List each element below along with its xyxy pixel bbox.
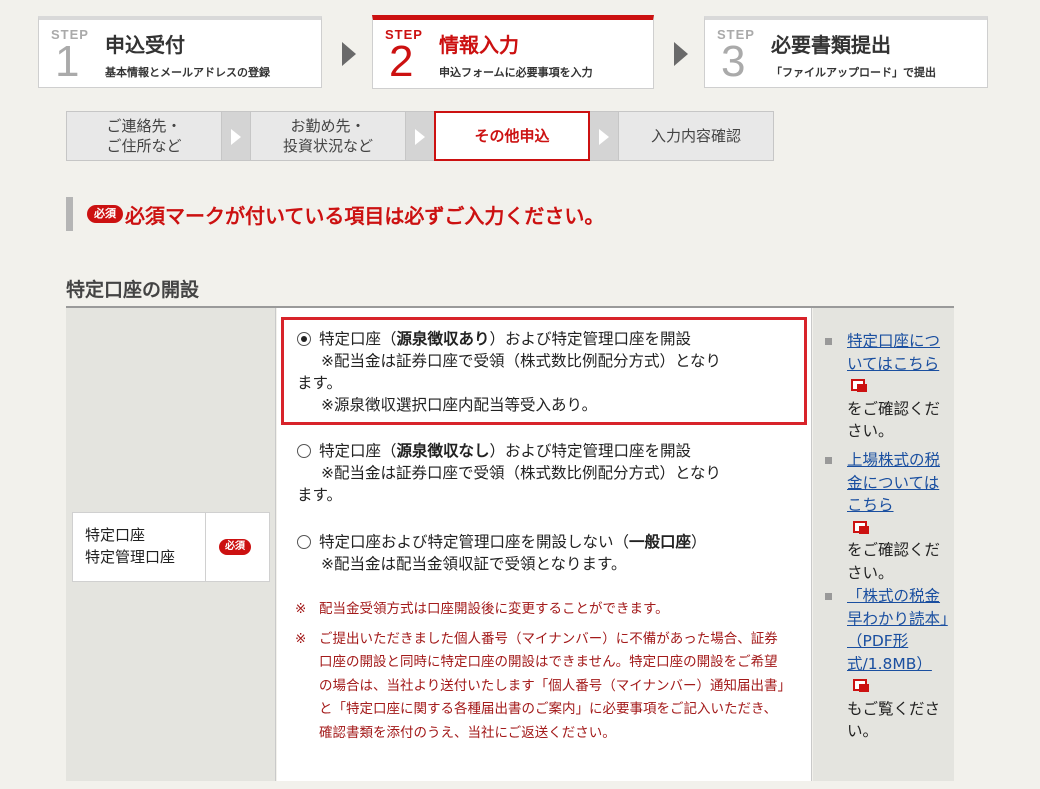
option-general-account[interactable]: 特定口座および特定管理口座を開設しない（一般口座） ※配当金は配当金領収証で受領…	[297, 531, 797, 575]
bullet-square-icon	[825, 338, 832, 345]
help-item: 「株式の税金早わかり読本」（PDF形式/1.8MB） もご覧ください。	[825, 585, 949, 743]
new-window-icon[interactable]	[853, 520, 871, 535]
step-1-number: 1	[55, 37, 80, 86]
options-column: 特定口座（源泉徴収あり）および特定管理口座を開設 ※配当金は証券口座で受領（株式…	[277, 308, 812, 781]
help-text: をご確認ください。	[847, 541, 941, 582]
required-notice-text: 必須マークが付いている項目は必ずご入力ください。	[125, 203, 605, 228]
option-note-cont: ます。	[297, 486, 342, 504]
step-1: STEP 1 申込受付 基本情報とメールアドレスの登録	[38, 16, 322, 88]
step-2-current: STEP 2 情報入力 申込フォームに必要事項を入力	[372, 15, 654, 89]
field-label-line2: 特定管理口座	[85, 548, 176, 566]
account-form-table: 特定口座 特定管理口座 必須 特定口座（源泉徴収あり）および特定管理口座を開設 …	[66, 306, 954, 781]
bullet-square-icon	[825, 593, 832, 600]
notice-bar	[66, 197, 73, 231]
radio-button-selected[interactable]	[297, 332, 311, 346]
note-item: ※ 配当金受領方式は口座開設後に変更することができます。	[295, 598, 790, 622]
help-item: 上場株式の税金についてはこちら をご確認ください。	[825, 449, 949, 584]
link-stock-tax-guide-pdf[interactable]: 「株式の税金早わかり読本」（PDF形式/1.8MB）	[847, 587, 948, 673]
tab-label: 入力内容確認	[650, 127, 741, 145]
option-note-cont: ます。	[297, 374, 342, 392]
required-notice: 必須 必須マークが付いている項目は必ずご入力ください。	[66, 197, 604, 231]
help-links-column: 特定口座についてはこちら をご確認ください。 上場株式の税金についてはこちら を…	[813, 308, 954, 781]
tab-label: その他申込	[474, 127, 550, 145]
help-item: 特定口座についてはこちら をご確認ください。	[825, 330, 949, 443]
tab-confirm-input[interactable]: 入力内容確認	[618, 111, 774, 161]
option-withholding-yes[interactable]: 特定口座（源泉徴収あり）および特定管理口座を開設 ※配当金は証券口座で受領（株式…	[297, 328, 797, 416]
field-label: 特定口座 特定管理口座	[85, 524, 175, 568]
step-arrow-icon	[342, 42, 356, 66]
step-1-title: 申込受付	[105, 33, 185, 57]
bullet-square-icon	[825, 457, 832, 464]
field-label-box: 特定口座 特定管理口座 必須	[72, 512, 270, 582]
option-text: 特定口座（源泉徴収なし）および特定管理口座を開設	[319, 442, 692, 460]
tab-arrow-icon	[222, 111, 250, 161]
tab-label: ご連絡先・ ご住所など	[106, 117, 182, 155]
step-3-number: 3	[721, 37, 746, 86]
new-window-icon[interactable]	[853, 679, 871, 693]
option-note: ※配当金は証券口座で受領（株式数比例配分方式）となり	[321, 352, 722, 370]
section-title: 特定口座の開設	[66, 279, 200, 301]
step-arrow-icon	[674, 42, 688, 66]
step-1-subtitle: 基本情報とメールアドレスの登録	[105, 66, 270, 79]
help-text: をご確認ください。	[847, 399, 941, 441]
note-mark: ※	[295, 630, 307, 647]
step-2-title: 情報入力	[439, 33, 519, 57]
radio-button[interactable]	[297, 535, 311, 549]
note-text: ご提出いただきました個人番号（マイナンバー）に不備があった場合、証券口座の開設と…	[319, 630, 785, 741]
option-text: 特定口座（源泉徴収あり）および特定管理口座を開設	[319, 330, 692, 348]
new-window-icon[interactable]	[851, 379, 869, 393]
tab-other-applications-active[interactable]: その他申込	[434, 111, 590, 161]
sub-step-tabs: ご連絡先・ ご住所など お勤め先・ 投資状況など その他申込 入力内容確認	[66, 111, 774, 161]
option-text: 特定口座および特定管理口座を開設しない（一般口座）	[319, 533, 707, 551]
required-badge: 必須	[219, 539, 251, 555]
link-tokutei-account-info[interactable]: 特定口座についてはこちら	[847, 332, 940, 373]
step-2-number: 2	[389, 37, 414, 86]
step-3: STEP 3 必要書類提出 「ファイルアップロード」で提出	[704, 16, 988, 88]
step-3-title: 必要書類提出	[771, 33, 891, 57]
notes: ※ 配当金受領方式は口座開設後に変更することができます。 ※ ご提出いただきまし…	[295, 598, 790, 745]
option-withholding-no[interactable]: 特定口座（源泉徴収なし）および特定管理口座を開設 ※配当金は証券口座で受領（株式…	[297, 440, 797, 506]
tab-contact-address[interactable]: ご連絡先・ ご住所など	[66, 111, 222, 161]
step-progress-bar: STEP 1 申込受付 基本情報とメールアドレスの登録 STEP 2 情報入力 …	[38, 15, 988, 90]
field-label-column: 特定口座 特定管理口座 必須	[66, 308, 276, 781]
option-note: ※源泉徴収選択口座内配当等受入あり。	[321, 396, 598, 414]
step-3-subtitle: 「ファイルアップロード」で提出	[771, 66, 936, 79]
field-label-line1: 特定口座	[85, 526, 146, 544]
tab-label: お勤め先・ 投資状況など	[282, 117, 373, 155]
note-mark: ※	[295, 601, 307, 617]
step-2-subtitle: 申込フォームに必要事項を入力	[439, 66, 593, 79]
note-text: 配当金受領方式は口座開設後に変更することができます。	[319, 601, 669, 617]
note-item: ※ ご提出いただきました個人番号（マイナンバー）に不備があった場合、証券口座の開…	[295, 628, 790, 746]
tab-arrow-icon	[590, 111, 618, 161]
option-note: ※配当金は配当金領収証で受領となります。	[321, 555, 627, 573]
help-text: もご覧ください。	[847, 699, 941, 741]
label-divider	[205, 513, 206, 581]
option-note: ※配当金は証券口座で受領（株式数比例配分方式）となり	[321, 464, 722, 482]
tab-arrow-icon	[406, 111, 434, 161]
tab-employment-investment[interactable]: お勤め先・ 投資状況など	[250, 111, 406, 161]
radio-button[interactable]	[297, 444, 311, 458]
required-badge: 必須	[87, 205, 123, 223]
link-listed-stock-tax[interactable]: 上場株式の税金についてはこちら	[847, 451, 940, 514]
